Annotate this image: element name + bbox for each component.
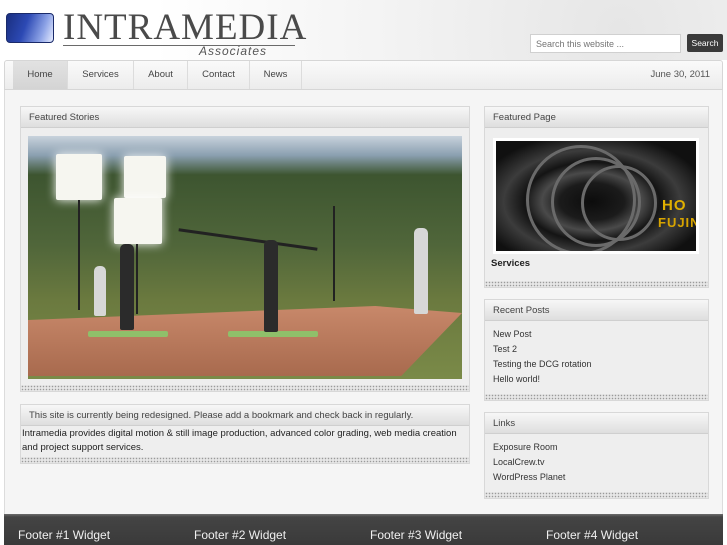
main-nav: Home Services About Contact News June 30… (4, 60, 723, 90)
person (264, 240, 278, 332)
links-title: Links (485, 413, 708, 434)
lens-brand-text: FUJINO (658, 215, 696, 230)
blogroll-link[interactable]: LocalCrew.tv (493, 455, 700, 470)
nav-item-home[interactable]: Home (13, 61, 68, 89)
footer-widget-1: Footer #1 Widget (18, 528, 111, 542)
softbox-light (124, 156, 166, 198)
logo-mark-icon[interactable] (6, 13, 54, 43)
blogroll-link[interactable]: Exposure Room (493, 440, 700, 455)
stage-platform (28, 306, 462, 376)
notice-box: This site is currently being redesigned.… (20, 404, 470, 464)
recent-posts-box: Recent Posts New Post Test 2 Testing the… (484, 299, 709, 401)
links-list: Exposure Room LocalCrew.tv WordPress Pla… (485, 434, 708, 491)
nav-item-news[interactable]: News (250, 61, 302, 89)
softbox-light (56, 154, 102, 200)
site-logo-sub: Associates (199, 44, 268, 58)
footer-widget-4: Footer #4 Widget (546, 528, 639, 542)
recent-posts-list: New Post Test 2 Testing the DCG rotation… (485, 321, 708, 393)
site-header: INTRAMEDIA Associates Search (0, 0, 727, 60)
links-box: Links Exposure Room LocalCrew.tv WordPre… (484, 412, 709, 499)
content-wrap: Featured Stories This site is currently … (4, 90, 723, 514)
box-dots-divider (21, 457, 469, 463)
softbox-light (114, 198, 162, 244)
footer-widget-3: Footer #3 Widget (370, 528, 463, 542)
site-logo-name[interactable]: INTRAMEDIA (63, 9, 307, 46)
camera-crane (178, 228, 318, 251)
person (414, 228, 428, 314)
recent-posts-title: Recent Posts (485, 300, 708, 321)
featured-story-photo[interactable] (28, 136, 462, 379)
recent-post-link[interactable]: New Post (493, 327, 700, 342)
nav-item-contact[interactable]: Contact (188, 61, 250, 89)
box-dots-divider (485, 394, 708, 400)
search-input[interactable] (530, 34, 681, 53)
search-button[interactable]: Search (687, 34, 723, 52)
person (94, 266, 106, 316)
featured-page-title: Featured Page (485, 107, 708, 128)
featured-page-box: Featured Page HO FUJINO Services (484, 106, 709, 288)
light-stand (333, 206, 335, 301)
nav-item-services[interactable]: Services (68, 61, 134, 89)
recent-post-link[interactable]: Testing the DCG rotation (493, 357, 700, 372)
box-dots-divider (485, 492, 708, 498)
box-dots-divider (485, 281, 708, 287)
recent-post-link[interactable]: Test 2 (493, 342, 700, 357)
lens-brand-text: HO (662, 197, 687, 214)
featured-stories-box: Featured Stories (20, 106, 470, 392)
notice-body: Intramedia provides digital motion & sti… (22, 428, 457, 453)
nav-date: June 30, 2011 (650, 69, 710, 80)
featured-page-image[interactable]: HO FUJINO (493, 138, 699, 254)
box-dots-divider (21, 385, 469, 391)
lens-ring (581, 165, 657, 241)
blogroll-link[interactable]: WordPress Planet (493, 470, 700, 485)
featured-stories-title: Featured Stories (21, 107, 469, 128)
yoga-mat (88, 331, 168, 337)
nav-item-about[interactable]: About (134, 61, 188, 89)
person (120, 244, 134, 330)
light-stand (136, 244, 138, 314)
light-stand (78, 200, 80, 310)
recent-post-link[interactable]: Hello world! (493, 372, 700, 387)
footer-widget-2: Footer #2 Widget (194, 528, 287, 542)
site-footer: Footer #1 Widget Footer #2 Widget Footer… (4, 514, 723, 545)
featured-page-caption[interactable]: Services (491, 258, 530, 269)
notice-title: This site is currently being redesigned.… (21, 405, 469, 426)
